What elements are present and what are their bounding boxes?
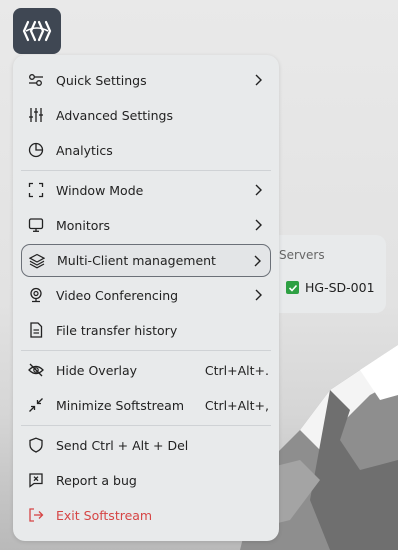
menu-item-window-mode[interactable]: Window Mode: [21, 174, 271, 206]
softstream-logo-icon: [22, 20, 52, 42]
chevron-right-icon: [251, 218, 265, 232]
shield-icon: [27, 436, 45, 454]
menu-item-label: Hide Overlay: [56, 362, 138, 378]
servers-submenu: Servers HG-SD-001: [270, 235, 386, 313]
menu-item-label: Window Mode: [56, 182, 144, 198]
menu-item-exit-softstream[interactable]: Exit Softstream: [21, 499, 271, 531]
context-menu: Quick Settings Advanced Settings Analyti…: [13, 55, 279, 541]
menu-item-label: Exit Softstream: [56, 507, 153, 523]
menu-item-video-conferencing[interactable]: Video Conferencing: [21, 279, 271, 311]
server-name: HG-SD-001: [305, 280, 375, 295]
menu-item-label: Report a bug: [56, 472, 137, 488]
chevron-right-icon: [251, 288, 265, 302]
menu-item-file-transfer-history[interactable]: File transfer history: [21, 314, 271, 346]
checkbox-checked-icon[interactable]: [286, 281, 299, 294]
menu-item-minimize-softstream[interactable]: Minimize Softstream Ctrl+Alt+,: [21, 389, 271, 421]
menu-item-analytics[interactable]: Analytics: [21, 134, 271, 166]
equalizer-icon: [27, 106, 45, 124]
chevron-right-icon: [251, 73, 265, 87]
menu-item-label: Video Conferencing: [56, 287, 179, 303]
menu-item-label: Monitors: [56, 217, 111, 233]
sliders-toggle-icon: [27, 71, 45, 89]
pie-chart-icon: [27, 141, 45, 159]
submenu-title: Servers: [279, 248, 325, 262]
menu-divider: [21, 425, 271, 426]
menu-divider: [21, 350, 271, 351]
minimize-arrows-icon: [27, 396, 45, 414]
bug-report-icon: [27, 471, 45, 489]
menu-item-label: Analytics: [56, 142, 113, 158]
chevron-right-icon: [251, 183, 265, 197]
menu-item-report-a-bug[interactable]: Report a bug: [21, 464, 271, 496]
menu-item-multi-client-management[interactable]: Multi-Client management: [21, 244, 271, 277]
eye-off-icon: [27, 361, 45, 379]
layers-icon: [28, 252, 46, 270]
menu-item-label: Quick Settings: [56, 72, 147, 88]
menu-item-label: Multi-Client management: [57, 253, 216, 268]
shortcut-hint: Ctrl+Alt+.: [204, 362, 269, 378]
webcam-icon: [27, 286, 45, 304]
shortcut-hint: Ctrl+Alt+,: [204, 397, 269, 413]
menu-item-label: Send Ctrl + Alt + Del: [56, 437, 189, 453]
fullscreen-corners-icon: [27, 181, 45, 199]
menu-item-label: Minimize Softstream: [56, 397, 184, 413]
menu-item-monitors[interactable]: Monitors: [21, 209, 271, 241]
document-icon: [27, 321, 45, 339]
menu-item-quick-settings[interactable]: Quick Settings: [21, 64, 271, 96]
server-item[interactable]: HG-SD-001: [286, 280, 375, 295]
exit-icon: [27, 506, 45, 524]
menu-divider: [21, 170, 271, 171]
menu-item-hide-overlay[interactable]: Hide Overlay Ctrl+Alt+.: [21, 354, 271, 386]
monitor-icon: [27, 216, 45, 234]
menu-item-send-ctrl-alt-del[interactable]: Send Ctrl + Alt + Del: [21, 429, 271, 461]
menu-item-label: Advanced Settings: [56, 107, 173, 123]
chevron-right-icon: [250, 254, 264, 268]
menu-item-label: File transfer history: [56, 322, 178, 338]
menu-item-advanced-settings[interactable]: Advanced Settings: [21, 99, 271, 131]
app-logo-button[interactable]: [13, 8, 61, 54]
